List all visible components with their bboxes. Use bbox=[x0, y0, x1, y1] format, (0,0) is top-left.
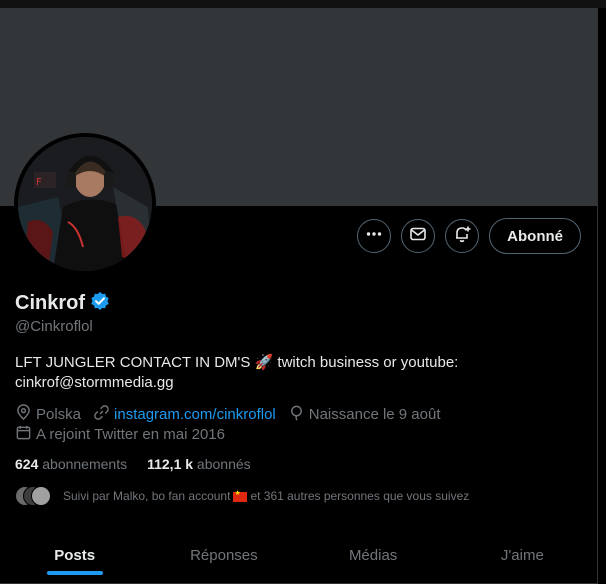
more-button[interactable] bbox=[357, 219, 392, 253]
birthday-text: Naissance le 9 août bbox=[308, 405, 441, 423]
china-flag-icon bbox=[233, 489, 248, 502]
notifications-button[interactable] bbox=[445, 219, 480, 253]
tab-replies[interactable]: Réponses bbox=[149, 528, 298, 583]
right-edge-divider bbox=[597, 8, 606, 584]
profile-handle: @Cinkroflol bbox=[15, 318, 93, 335]
following-label: abonnements bbox=[42, 456, 128, 472]
meta-row-1: Polska instagram.com/cinkroflol Naissanc… bbox=[15, 403, 585, 425]
tab-media[interactable]: Médias bbox=[299, 528, 448, 583]
profile-actions: Abonné bbox=[357, 218, 581, 254]
profile-name: Cinkrof bbox=[15, 292, 85, 314]
birthday-item: Naissance le 9 août bbox=[288, 404, 441, 425]
top-strip bbox=[0, 0, 606, 8]
following-stat[interactable]: 624 abonnements bbox=[15, 456, 127, 472]
verified-badge-icon[interactable] bbox=[90, 291, 110, 316]
follower-avatar bbox=[31, 486, 51, 506]
birthday-icon bbox=[288, 404, 305, 425]
profile-name-row: Cinkrof bbox=[15, 291, 110, 316]
following-button-label: Abonné bbox=[507, 227, 563, 245]
joined-text: A rejoint Twitter en mai 2016 bbox=[36, 425, 225, 443]
profile-tabs: Posts Réponses Médias J'aime bbox=[0, 528, 597, 584]
location-item: Polska bbox=[15, 403, 82, 425]
follower-avatars bbox=[15, 486, 53, 506]
meta-row-2: A rejoint Twitter en mai 2016 bbox=[15, 424, 585, 444]
website-link[interactable]: instagram.com/cinkroflol bbox=[114, 406, 276, 423]
followers-label: abonnés bbox=[196, 456, 251, 472]
tab-posts[interactable]: Posts bbox=[0, 528, 149, 583]
followers-count: 112,1 k bbox=[147, 456, 194, 472]
calendar-icon bbox=[15, 424, 32, 445]
followed-by-suffix: et 361 autres personnes que vous suivez bbox=[250, 489, 470, 503]
following-button[interactable]: Abonné bbox=[489, 218, 581, 254]
more-icon bbox=[365, 225, 383, 248]
link-icon bbox=[93, 404, 110, 425]
followed-by-text: Suivi par Malko, bo fan account et 361 au… bbox=[63, 489, 469, 503]
tab-likes[interactable]: J'aime bbox=[448, 528, 597, 583]
message-button[interactable] bbox=[401, 219, 436, 253]
svg-text:F: F bbox=[36, 177, 42, 188]
location-icon bbox=[15, 403, 32, 425]
followed-by-prefix: Suivi par Malko, bo fan account bbox=[63, 489, 231, 503]
joined-item: A rejoint Twitter en mai 2016 bbox=[15, 424, 225, 445]
following-count: 624 bbox=[15, 456, 39, 472]
website-item: instagram.com/cinkroflol bbox=[93, 404, 276, 425]
followed-by[interactable]: Suivi par Malko, bo fan account et 361 au… bbox=[15, 486, 469, 506]
profile-meta: Polska instagram.com/cinkroflol Naissanc… bbox=[15, 403, 585, 444]
avatar-image: F bbox=[18, 137, 152, 271]
message-icon bbox=[409, 225, 427, 248]
notification-add-icon bbox=[453, 225, 471, 248]
location-text: Polska bbox=[36, 405, 82, 423]
followers-stat[interactable]: 112,1 k abonnés bbox=[147, 456, 251, 472]
profile-bio: LFT JUNGLER CONTACT IN DM'S 🚀 twitch bus… bbox=[15, 354, 459, 391]
profile-avatar[interactable]: F bbox=[14, 133, 156, 275]
follow-stats: 624 abonnements 112,1 k abonnés bbox=[15, 456, 251, 472]
